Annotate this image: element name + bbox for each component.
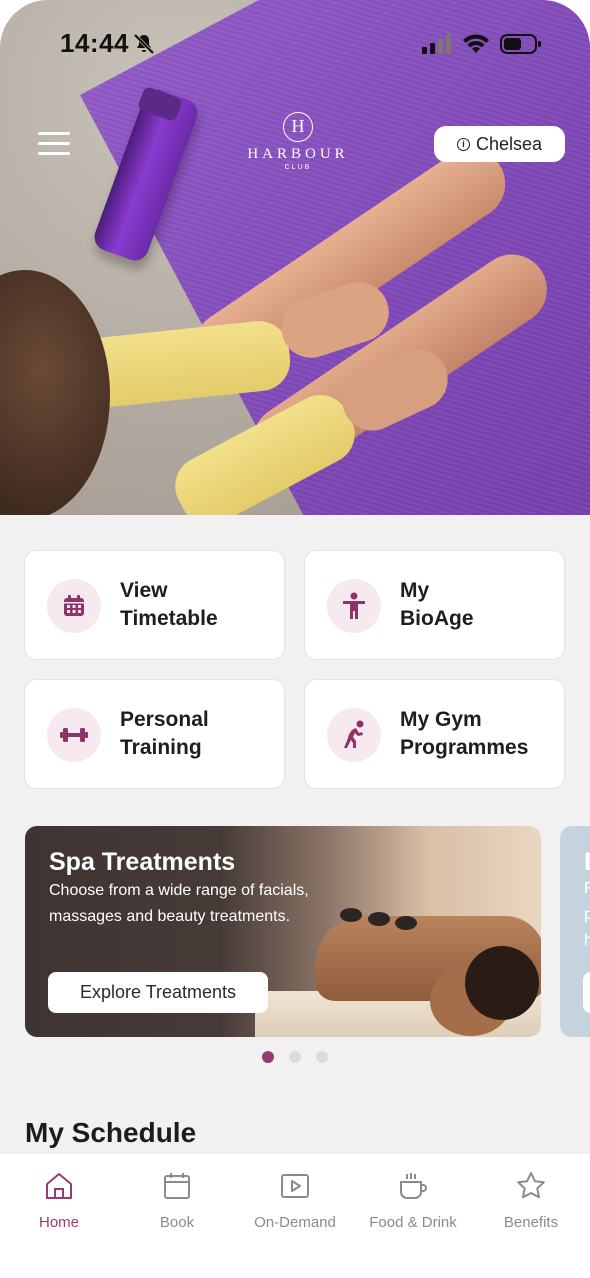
hot-stone-graphic [368, 912, 390, 926]
carousel-dot-active[interactable] [262, 1051, 274, 1063]
dumbbell-icon [60, 728, 88, 742]
carousel-dot[interactable] [289, 1051, 301, 1063]
my-schedule-heading: My Schedule [25, 1117, 197, 1148]
menu-line [38, 152, 70, 155]
spa-treatments-card[interactable]: Spa Treatments Choose from a wide range … [25, 826, 541, 1037]
calendar-icon [164, 1173, 190, 1199]
tab-book[interactable]: Book [118, 1170, 236, 1231]
personal-training-tile[interactable]: Personal Training [24, 679, 285, 789]
tile-label-line1: My [400, 579, 430, 602]
location-label: Chelsea [475, 133, 543, 154]
play-icon [281, 1174, 309, 1198]
next-promo-card[interactable]: E F p h [560, 826, 590, 1037]
tab-label: On-Demand [254, 1214, 336, 1231]
logo-mark: H [283, 112, 313, 142]
status-bar: 14:44 [0, 0, 590, 90]
calendar-icon [64, 595, 84, 616]
explore-treatments-button[interactable]: Explore Treatments [48, 972, 268, 1013]
menu-line [38, 132, 70, 135]
tile-label-line1: Personal [120, 708, 209, 731]
tile-label-line2: BioAge [400, 607, 474, 630]
tab-home[interactable]: Home [0, 1170, 118, 1231]
logo-text: HARBOUR [247, 146, 349, 162]
tile-icon-circle [327, 708, 381, 762]
stretch-icon [344, 720, 364, 748]
next-promo-text: F [584, 880, 590, 897]
signal-icon [422, 34, 451, 54]
next-promo-title: E [584, 848, 590, 877]
tile-icon-circle [47, 579, 101, 633]
tile-label-line2: Training [120, 736, 202, 759]
tile-icon-circle [327, 579, 381, 633]
next-promo-text: p [584, 906, 590, 923]
tab-food-drink[interactable]: Food & Drink [354, 1170, 472, 1231]
person-icon [343, 592, 365, 619]
tab-label: Benefits [503, 1214, 559, 1231]
status-time: 14:44 [60, 28, 129, 58]
tab-label: Food & Drink [369, 1214, 457, 1231]
logo-subtext: CLUB [284, 164, 312, 171]
battery-icon [500, 34, 541, 54]
hair-graphic [0, 270, 110, 515]
promo-title: Spa Treatments [49, 848, 236, 876]
tab-label: Home [38, 1214, 79, 1231]
info-icon: i [456, 137, 470, 151]
app-screen: 14:44 H HARBOUR CLUB i Chelsea View Time… [0, 0, 590, 1278]
hot-stone-graphic [395, 916, 417, 930]
next-promo-text: h [584, 932, 590, 949]
location-button[interactable]: i Chelsea [434, 126, 565, 162]
my-gym-programmes-tile[interactable]: My Gym Programmes [304, 679, 565, 789]
bell-off-icon [133, 33, 155, 55]
home-icon [46, 1173, 72, 1199]
tile-icon-circle [47, 708, 101, 762]
bottom-tab-bar: Home Book On-Demand Food & Drink Benefit… [0, 1153, 590, 1278]
star-icon [517, 1172, 545, 1199]
tile-label-line2: Programmes [400, 736, 529, 759]
spa-client-hair-graphic [465, 946, 539, 1020]
hamburger-menu-button[interactable] [38, 132, 70, 156]
tile-label-line2: Timetable [120, 607, 218, 630]
tab-label: Book [159, 1214, 195, 1231]
carousel-dot[interactable] [316, 1051, 328, 1063]
coffee-cup-icon [400, 1173, 427, 1199]
wifi-icon [463, 34, 489, 53]
next-promo-button[interactable] [583, 972, 590, 1013]
tab-benefits[interactable]: Benefits [472, 1170, 590, 1231]
carousel-pagination [262, 1051, 328, 1063]
promo-description: Choose from a wide range of facials, mas… [49, 882, 309, 925]
tile-label-line1: View [120, 579, 168, 602]
menu-line [38, 142, 70, 145]
tab-on-demand[interactable]: On-Demand [236, 1170, 354, 1231]
my-bioage-tile[interactable]: My BioAge [304, 550, 565, 660]
harbour-club-logo: H HARBOUR CLUB [236, 112, 360, 171]
tile-label-line1: My Gym [400, 708, 482, 731]
view-timetable-tile[interactable]: View Timetable [24, 550, 285, 660]
